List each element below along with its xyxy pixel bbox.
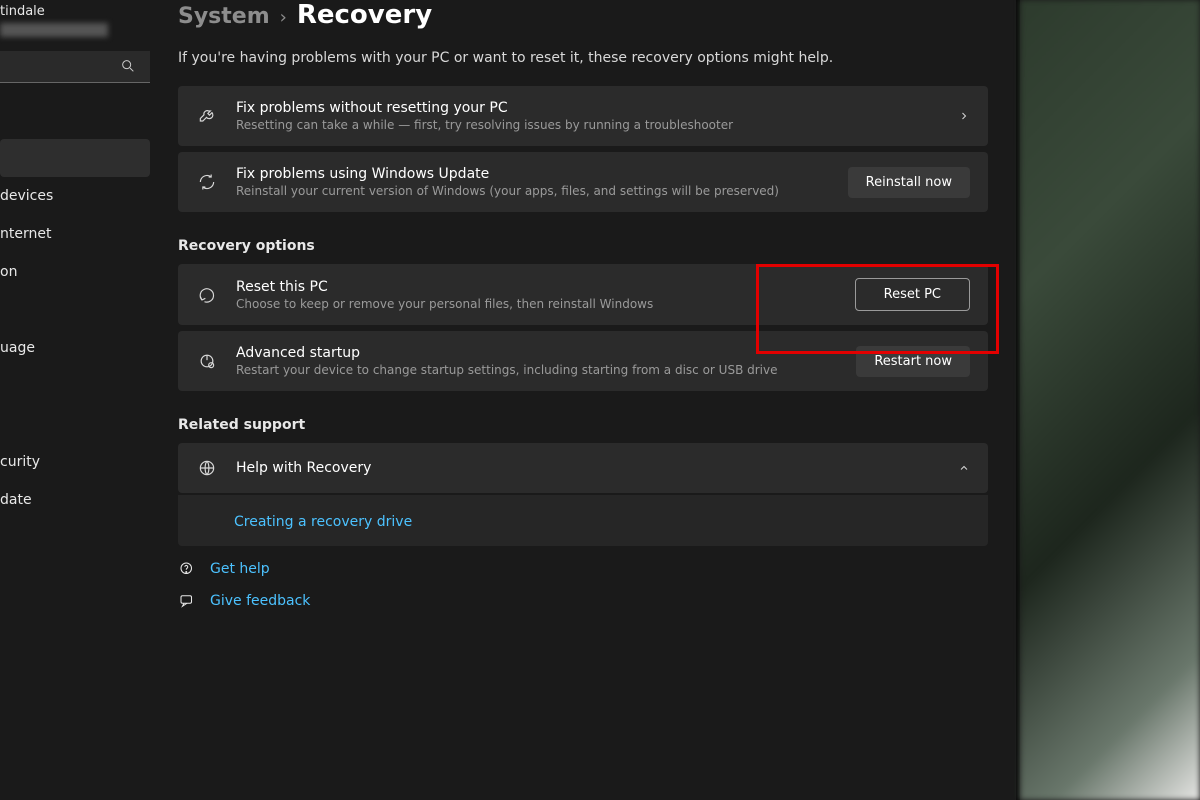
account-name: tindale [0, 4, 150, 19]
card-subtitle: Restart your device to change startup se… [236, 363, 856, 377]
card-title: Reset this PC [236, 279, 855, 295]
chevron-right-icon: › [280, 7, 287, 28]
chevron-up-icon [958, 462, 970, 474]
help-recovery-expanded: Creating a recovery drive [178, 495, 988, 546]
power-gear-icon [196, 350, 218, 372]
sidebar-item-update[interactable]: date [0, 481, 150, 519]
search-icon [120, 58, 136, 74]
card-subtitle: Choose to keep or remove your personal f… [236, 297, 855, 311]
sidebar-item-language[interactable]: uage [0, 329, 150, 367]
section-related-support: Related support [178, 417, 988, 433]
card-advanced-startup: Advanced startup Restart your device to … [178, 331, 988, 391]
chevron-right-icon [958, 110, 970, 122]
sidebar-item-devices[interactable]: devices [0, 177, 150, 215]
reinstall-now-button[interactable]: Reinstall now [848, 167, 970, 198]
settings-sidebar: tindale devices nternet on uage curity d… [0, 0, 150, 800]
row-give-feedback[interactable]: Give feedback [178, 592, 988, 610]
card-title: Fix problems without resetting your PC [236, 100, 958, 116]
sidebar-item-accessibility[interactable] [0, 405, 150, 443]
sidebar-item-internet[interactable]: nternet [0, 215, 150, 253]
page-description: If you're having problems with your PC o… [178, 50, 988, 66]
card-subtitle: Resetting can take a while — first, try … [236, 118, 958, 132]
restart-now-button[interactable]: Restart now [856, 346, 970, 377]
sync-icon [196, 171, 218, 193]
card-title: Advanced startup [236, 345, 856, 361]
sidebar-item-security[interactable]: curity [0, 443, 150, 481]
card-help-recovery[interactable]: Help with Recovery [178, 443, 988, 493]
sidebar-item-apps[interactable] [0, 291, 150, 329]
sidebar-item-gaming[interactable] [0, 367, 150, 405]
card-reset-pc: Reset this PC Choose to keep or remove y… [178, 264, 988, 325]
card-troubleshoot[interactable]: Fix problems without resetting your PC R… [178, 86, 988, 146]
link-give-feedback[interactable]: Give feedback [210, 593, 310, 609]
sidebar-item-personalization[interactable]: on [0, 253, 150, 291]
feedback-icon [178, 592, 196, 610]
card-title: Help with Recovery [236, 460, 958, 476]
reset-icon [196, 284, 218, 306]
card-title: Fix problems using Windows Update [236, 166, 848, 182]
reset-pc-button[interactable]: Reset PC [855, 278, 970, 311]
card-subtitle: Reinstall your current version of Window… [236, 184, 848, 198]
link-recovery-drive[interactable]: Creating a recovery drive [234, 514, 412, 530]
wrench-icon [196, 105, 218, 127]
globe-icon [196, 457, 218, 479]
sidebar-item-0[interactable] [0, 139, 150, 177]
desktop-background-sliver [1020, 0, 1200, 800]
breadcrumb: System › Recovery [178, 0, 988, 28]
search-box[interactable] [0, 51, 150, 83]
account-email-blurred [0, 23, 108, 37]
main-content: System › Recovery If you're having probl… [150, 0, 1016, 800]
breadcrumb-parent[interactable]: System [178, 4, 270, 29]
row-get-help[interactable]: Get help [178, 560, 988, 578]
section-recovery-options: Recovery options [178, 238, 988, 254]
card-windows-update: Fix problems using Windows Update Reinst… [178, 152, 988, 212]
link-get-help[interactable]: Get help [210, 561, 270, 577]
help-icon [178, 560, 196, 578]
page-title: Recovery [297, 0, 432, 30]
